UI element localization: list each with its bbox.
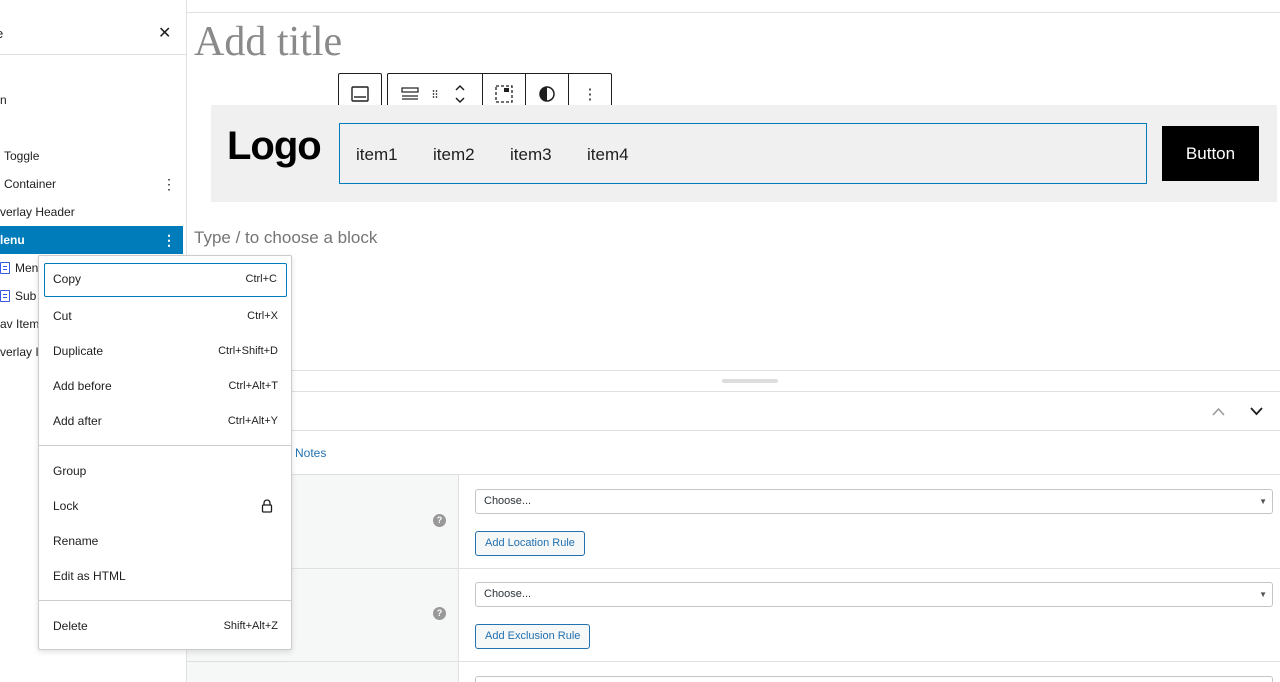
- menu-item-group[interactable]: Group: [44, 454, 287, 488]
- notes-tab[interactable]: Notes: [295, 446, 326, 460]
- menu-item-rename[interactable]: Rename: [44, 524, 287, 558]
- menu-item-cut[interactable]: Cut Ctrl+X: [44, 299, 287, 333]
- exclusion-select[interactable]: Choose... ▼: [475, 582, 1273, 607]
- divider: [187, 12, 1280, 13]
- header-button[interactable]: Button: [1162, 126, 1259, 181]
- post-title-input[interactable]: Add title: [194, 18, 342, 66]
- options-icon[interactable]: ⋮: [161, 226, 177, 254]
- divider: [187, 430, 1280, 431]
- next-select[interactable]: [475, 676, 1273, 682]
- resize-handle[interactable]: [722, 379, 778, 383]
- logo: Logo: [227, 124, 322, 168]
- submenu-block-icon: [0, 290, 10, 302]
- menu-item-add-after[interactable]: Add after Ctrl+Alt+Y: [44, 404, 287, 438]
- close-icon[interactable]: ✕: [158, 23, 171, 43]
- list-view-item[interactable]: n: [0, 86, 183, 114]
- menu-item-add-before[interactable]: Add before Ctrl+Alt+T: [44, 369, 287, 403]
- dropdown-caret-icon: ▼: [1259, 590, 1267, 599]
- menu-block-icon: [0, 262, 10, 274]
- location-select[interactable]: Choose... ▼: [475, 489, 1273, 514]
- help-icon[interactable]: ?: [433, 607, 446, 620]
- next-label-cell: [187, 662, 459, 682]
- navigation-block-icon: [401, 87, 419, 100]
- block-options-menu: Copy Ctrl+C Cut Ctrl+X Duplicate Ctrl+Shift…: [38, 255, 292, 650]
- dropdown-caret-icon: ▼: [1259, 497, 1267, 506]
- divider: [187, 370, 1280, 371]
- divider: [187, 391, 1280, 392]
- menu-separator: [39, 600, 291, 601]
- nav-item-4[interactable]: item4: [587, 145, 629, 165]
- add-location-rule-button[interactable]: Add Location Rule: [475, 531, 585, 556]
- options-icon[interactable]: ⋮: [161, 170, 177, 198]
- menu-item-duplicate[interactable]: Duplicate Ctrl+Shift+D: [44, 334, 287, 368]
- dashed-box-icon: [495, 85, 513, 103]
- menu-item-delete[interactable]: Delete Shift+Alt+Z: [44, 609, 287, 643]
- nav-item-2[interactable]: item2: [433, 145, 475, 165]
- list-view-item[interactable]: verlay Header: [0, 198, 183, 226]
- nav-item-3[interactable]: item3: [510, 145, 552, 165]
- list-view-item[interactable]: Container ⋮: [0, 170, 183, 198]
- menu-item-lock[interactable]: Lock: [44, 489, 287, 523]
- list-view-item-selected[interactable]: lenu ⋮: [0, 226, 183, 254]
- block-appender-placeholder[interactable]: Type / to choose a block: [194, 228, 377, 248]
- menu-item-copy[interactable]: Copy Ctrl+C: [44, 263, 287, 297]
- menu-item-edit-html[interactable]: Edit as HTML: [44, 559, 287, 593]
- parent-block-icon: [351, 86, 369, 102]
- add-exclusion-rule-button[interactable]: Add Exclusion Rule: [475, 624, 591, 649]
- contrast-icon: [539, 86, 555, 102]
- help-icon[interactable]: ?: [433, 514, 446, 527]
- chevron-down-icon[interactable]: [1250, 404, 1263, 419]
- menu-separator: [39, 445, 291, 446]
- nav-item-1[interactable]: item1: [356, 145, 398, 165]
- list-view-header: e ✕: [0, 12, 187, 55]
- chevron-up-icon[interactable]: [1212, 404, 1225, 419]
- list-view-title: e: [0, 26, 3, 41]
- more-vertical-icon: ⋮: [582, 86, 598, 103]
- list-view-item[interactable]: Toggle: [0, 142, 183, 170]
- lock-icon: [261, 499, 273, 513]
